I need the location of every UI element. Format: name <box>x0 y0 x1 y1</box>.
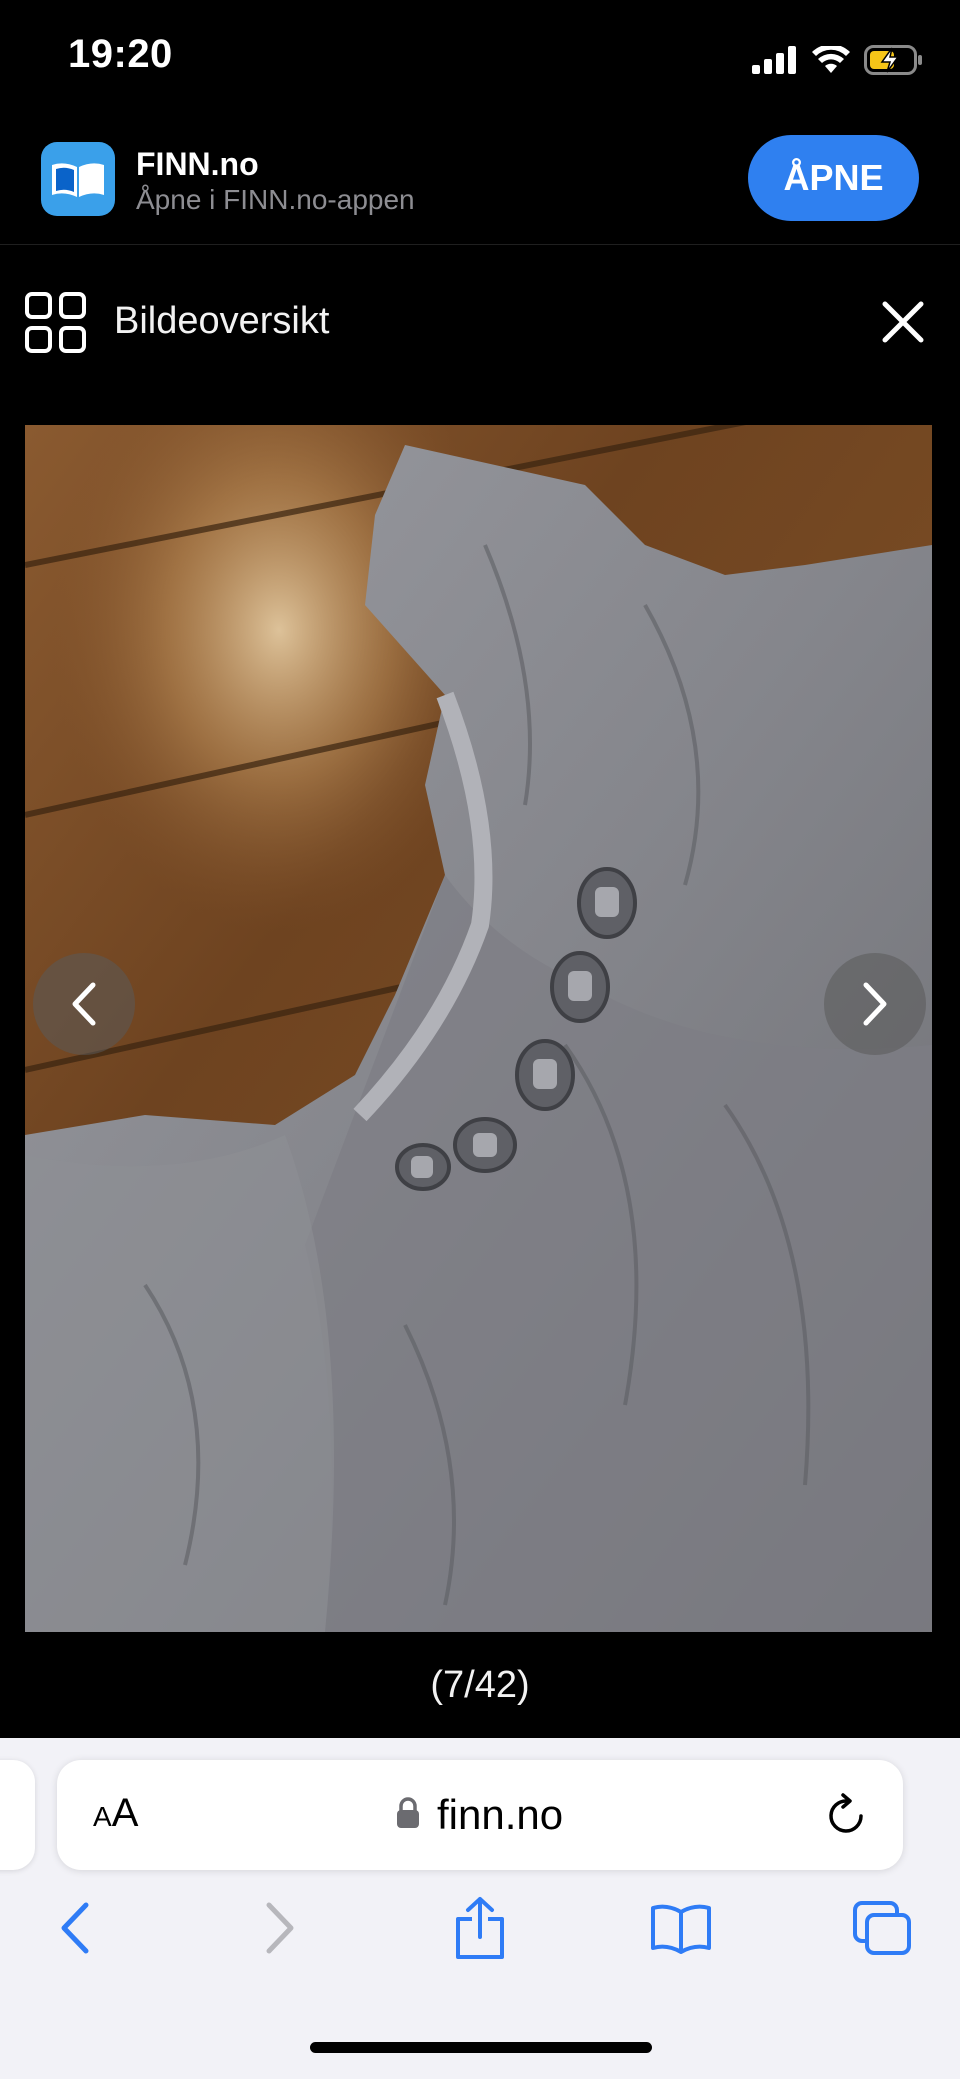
app-subtitle: Åpne i FINN.no-appen <box>136 184 415 215</box>
previous-tab-preview[interactable] <box>0 1760 35 1870</box>
close-icon[interactable] <box>880 299 926 345</box>
cellular-signal-icon <box>752 46 796 74</box>
next-image-button[interactable] <box>824 953 926 1055</box>
previous-image-button[interactable] <box>33 953 135 1055</box>
reader-mode-button[interactable]: AA <box>93 1791 138 1836</box>
tabs-button[interactable] <box>842 1888 922 1968</box>
address-bar[interactable]: AA finn.no <box>57 1760 903 1870</box>
battery-charging-icon <box>864 45 922 75</box>
status-icons <box>752 40 924 80</box>
open-app-button[interactable]: ÅPNE <box>748 135 919 221</box>
gallery-title[interactable]: Bildeoversikt <box>114 300 329 343</box>
status-bar: 19:20 <box>0 0 960 120</box>
chevron-right-icon <box>266 1902 294 1954</box>
reader-small-a: A <box>93 1801 112 1832</box>
app-name: FINN.no <box>136 146 259 182</box>
reader-big-a: A <box>111 1791 139 1835</box>
forward-button[interactable] <box>240 1888 320 1968</box>
wifi-icon <box>812 46 850 73</box>
browser-toolbar <box>0 1888 960 1988</box>
chevron-left-icon <box>72 982 96 1026</box>
gallery-photo[interactable] <box>25 425 932 1632</box>
chevron-right-icon <box>863 982 887 1026</box>
share-icon <box>456 1897 504 1959</box>
reload-icon[interactable] <box>825 1792 869 1838</box>
app-banner: FINN.no Åpne i FINN.no-appen ÅPNE <box>0 120 960 245</box>
grid-icon[interactable] <box>24 291 88 355</box>
status-time: 19:20 <box>68 32 173 76</box>
chevron-left-icon <box>61 1902 89 1954</box>
bookmarks-button[interactable] <box>641 1888 721 1968</box>
home-indicator <box>310 2042 652 2053</box>
image-counter: (7/42) <box>430 1664 530 1706</box>
book-icon <box>651 1904 711 1954</box>
back-button[interactable] <box>35 1888 115 1968</box>
lock-icon <box>397 1797 419 1828</box>
tabs-icon <box>853 1901 911 1955</box>
gallery-header: Bildeoversikt <box>0 260 960 380</box>
url-text[interactable]: finn.no <box>437 1791 563 1839</box>
finn-app-icon <box>41 142 115 216</box>
share-button[interactable] <box>440 1888 520 1968</box>
